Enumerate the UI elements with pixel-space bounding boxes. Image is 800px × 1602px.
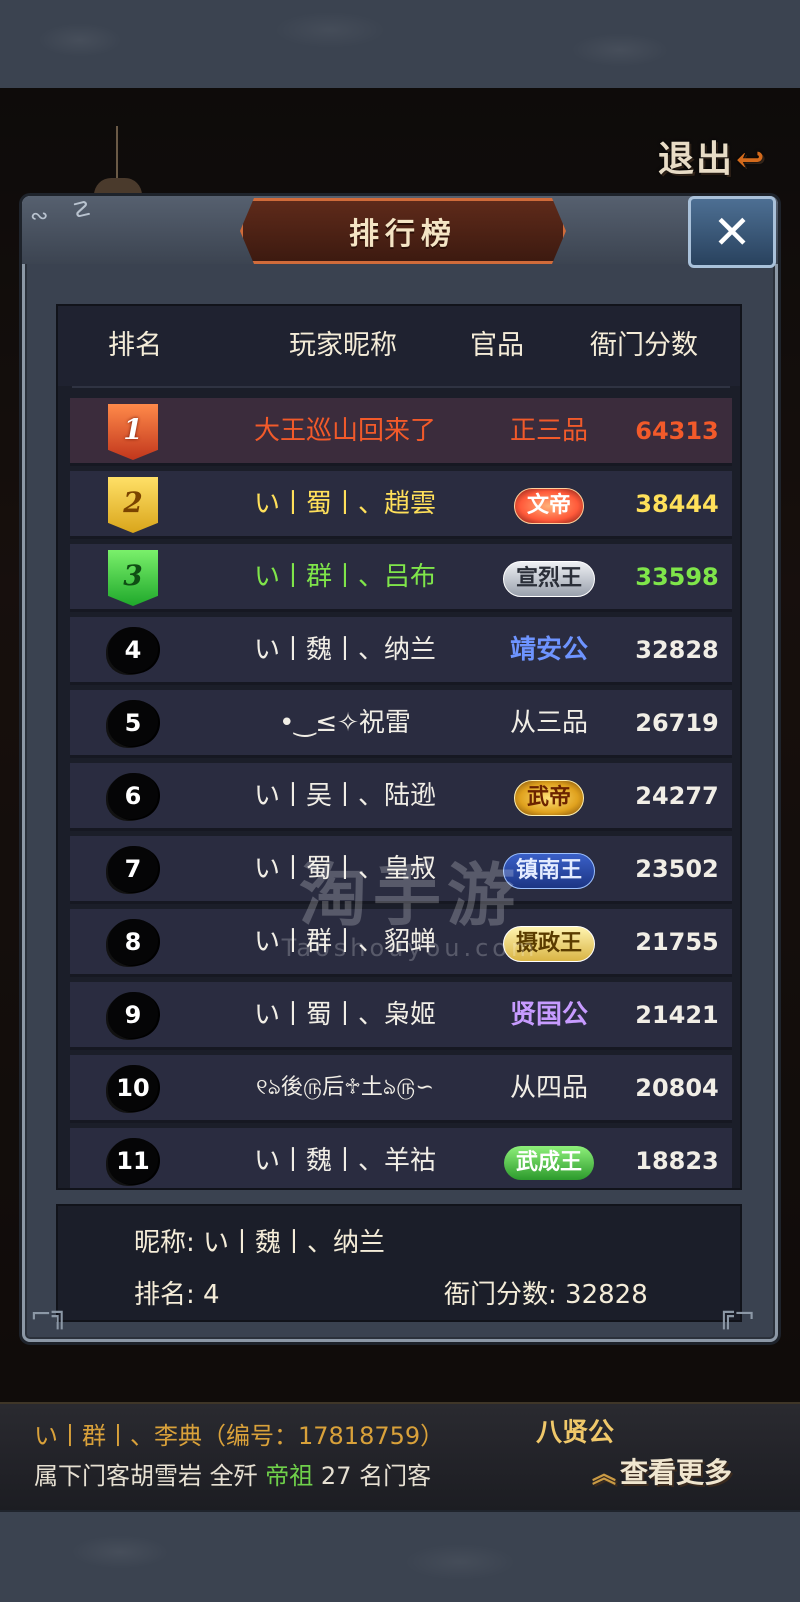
- official-rank-badge: 武成王: [503, 1146, 594, 1180]
- double-chevron-up-icon: ︽: [592, 1459, 616, 1488]
- table-row[interactable]: 5 •‿≤✧祝雷 从三品 26719: [70, 690, 732, 758]
- close-button[interactable]: ✕: [688, 196, 776, 268]
- score: 64313: [635, 417, 719, 445]
- view-more-button[interactable]: ︽ 查看更多: [592, 1448, 776, 1498]
- score: 21421: [635, 1001, 719, 1029]
- status-rank-title: 八贤公: [536, 1418, 615, 1448]
- table-row[interactable]: 10 ୧ঌ後௫后♱土ঌ௫∽ 从四品 20804: [70, 1055, 732, 1123]
- score: 24277: [635, 782, 719, 810]
- header-divider: [72, 386, 730, 388]
- my-nickname-line: 昵称: い丨魏丨、纳兰: [134, 1222, 385, 1259]
- my-nickname: い丨魏丨、纳兰: [203, 1228, 386, 1258]
- rank-number: 8: [108, 919, 158, 965]
- status-line-event: 属下门客胡雪岩 全歼 帝祖 27 名门客: [34, 1456, 431, 1491]
- official-rank: 靖安公: [509, 635, 588, 665]
- rank-number: 7: [108, 846, 158, 892]
- header-nickname: 玩家昵称: [289, 330, 397, 361]
- rank-number: 4: [108, 627, 158, 673]
- bottom-cloud-band: [0, 1510, 800, 1602]
- my-score-line: 衙门分数: 32828: [444, 1274, 648, 1311]
- official-rank-badge: 武帝: [513, 780, 584, 816]
- official-rank: 贤国公: [509, 1000, 588, 1030]
- corner-fret-icon: ╔¬: [718, 1300, 756, 1330]
- corner-fret-icon: ⌐╗: [30, 1300, 68, 1330]
- panel-title-plate: 排行榜: [240, 198, 566, 264]
- header-rank: 排名: [108, 330, 162, 361]
- official-rank-badge: 宣烈王: [502, 561, 595, 597]
- my-rank-label: 排名:: [134, 1280, 195, 1310]
- my-score: 32828: [565, 1280, 648, 1310]
- my-score-label: 衙门分数:: [444, 1280, 557, 1310]
- official-rank-badge: 摄政王: [502, 926, 595, 962]
- table-row[interactable]: 7 い丨蜀丨、皇叔 镇南王 23502: [70, 836, 732, 904]
- rank-number: 6: [108, 773, 158, 819]
- header-official-rank: 官品: [470, 330, 524, 361]
- rank-number: 10: [108, 1065, 158, 1111]
- view-more-label: 查看更多: [620, 1456, 733, 1489]
- score: 33598: [635, 563, 719, 591]
- table-row[interactable]: 1 大王巡山回来了 正三品 64313: [70, 398, 732, 466]
- corner-swirl-icon: ☡: [72, 198, 92, 223]
- my-ranking-box: 昵称: い丨魏丨、纳兰 排名: 4 衙门分数: 32828: [56, 1204, 742, 1322]
- score: 32828: [635, 636, 719, 664]
- exit-button[interactable]: 退出↩: [658, 130, 788, 180]
- table-row[interactable]: 11 い丨魏丨、羊祜 武成王 18823: [70, 1128, 732, 1188]
- exit-label: 退出: [658, 138, 735, 180]
- table-row[interactable]: 8 い丨群丨、貂蝉 摄政王 21755: [70, 909, 732, 977]
- table-row[interactable]: 4 い丨魏丨、纳兰 靖安公 32828: [70, 617, 732, 685]
- official-rank: 从四品: [509, 1073, 588, 1103]
- score: 38444: [635, 490, 719, 518]
- hanging-lamp: [94, 178, 142, 198]
- status-event-prefix: 属下门客胡雪岩 全歼: [34, 1462, 258, 1490]
- score: 20804: [635, 1074, 719, 1102]
- close-icon: ✕: [712, 205, 752, 259]
- score: 21755: [635, 928, 719, 956]
- score: 23502: [635, 855, 719, 883]
- official-rank: 从三品: [509, 708, 588, 738]
- rank-number: 11: [108, 1138, 158, 1184]
- rank-number: 5: [108, 700, 158, 746]
- rank-number: 9: [108, 992, 158, 1038]
- status-event-suffix: 27 名门客: [320, 1462, 432, 1490]
- official-rank-badge: 镇南王: [502, 853, 595, 889]
- table-header: 排名 玩家昵称 官品 衙门分数: [58, 306, 740, 386]
- leaderboard-list[interactable]: 排名 玩家昵称 官品 衙门分数 1 大王巡山回来了 正三品 64313 2 い丨…: [56, 304, 742, 1190]
- score: 26719: [635, 709, 719, 737]
- rank-banner-yellow-icon: 2: [108, 477, 158, 533]
- rank-banner-gold-red-icon: 1: [108, 404, 158, 460]
- panel-title: 排行榜: [349, 217, 457, 252]
- my-nickname-label: 昵称:: [134, 1228, 195, 1258]
- status-line-player: い丨群丨、李典（编号：17818759）: [34, 1422, 445, 1450]
- corner-swirl-icon: ∾: [30, 204, 49, 229]
- official-rank: 正三品: [509, 416, 588, 446]
- table-row[interactable]: 9 い丨蜀丨、枭姬 贤国公 21421: [70, 982, 732, 1050]
- table-row[interactable]: 3 い丨群丨、吕布 宣烈王 33598: [70, 544, 732, 612]
- table-row[interactable]: 6 い丨吴丨、陆逊 武帝 24277: [70, 763, 732, 831]
- arrow-back-icon: ↩: [736, 140, 767, 180]
- status-event-highlight: 帝祖: [265, 1462, 314, 1490]
- my-rank-line: 排名: 4: [134, 1274, 220, 1311]
- my-rank: 4: [203, 1280, 220, 1310]
- table-row[interactable]: 2 い丨蜀丨、趙雲 文帝 38444: [70, 471, 732, 539]
- rank-banner-green-icon: 3: [108, 550, 158, 606]
- top-cloud-band: [0, 0, 800, 90]
- score: 18823: [635, 1147, 719, 1175]
- header-score: 衙门分数: [590, 330, 698, 361]
- official-rank-badge: 文帝: [513, 488, 584, 524]
- status-bar: い丨群丨、李典（编号：17818759） 属下门客胡雪岩 全歼 帝祖 27 名门…: [0, 1402, 800, 1510]
